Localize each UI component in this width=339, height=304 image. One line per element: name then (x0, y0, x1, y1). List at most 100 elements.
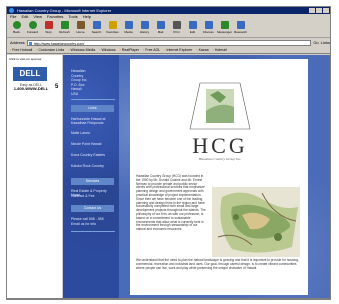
messenger-button[interactable]: Messenger (217, 20, 232, 36)
links-label[interactable]: Links (321, 39, 330, 47)
address-input[interactable]: http://www.hawaiiancountry.com/ (26, 40, 312, 46)
company-info-line: Group Inc. (71, 78, 88, 82)
ad-sidebar: Click to visit our sponsor DELL Easy as … (7, 55, 63, 299)
dell-ad-text[interactable]: Easy as DELL 1-800-WWW-DELL (9, 83, 53, 91)
site-nav-column: Hawaiian Country Group Inc. P.O. Box Hawaii U… (63, 55, 119, 299)
research-icon (236, 21, 245, 29)
ad-header: Click to visit our sponsor (9, 57, 42, 61)
toolbar-label: Favorites (106, 30, 119, 34)
media-button[interactable]: Media (122, 20, 135, 36)
nav-item[interactable]: Kaloko Rock Country (71, 164, 115, 168)
dell-logo[interactable]: DELL (13, 67, 47, 81)
go-button[interactable]: Go (313, 39, 318, 47)
toolbar-label: Stop (45, 30, 52, 34)
refresh-button[interactable]: Refresh (58, 20, 71, 36)
logo-text: HCG (192, 133, 248, 158)
site-plan-map-image (212, 187, 300, 257)
toolbar-label: Media (124, 30, 133, 34)
search-button[interactable]: Search (90, 20, 103, 36)
favorites-button[interactable]: Favorites (106, 20, 119, 36)
refresh-icon (60, 21, 69, 29)
discuss-button[interactable]: Discuss (202, 20, 215, 36)
favorites-icon (108, 21, 117, 29)
research-button[interactable]: Research (234, 20, 247, 36)
nav-item[interactable]: Email us for info (71, 222, 115, 226)
nav-divider (71, 99, 115, 100)
print-icon (172, 21, 181, 29)
nav-item[interactable]: Please call 808 - 555 (71, 217, 115, 221)
toolbar-label: Back (13, 30, 20, 34)
toolbar-label: Search (91, 30, 102, 34)
second-paragraph: We understand that the need to plan the … (136, 258, 299, 270)
toolbar-label: Research (234, 30, 247, 34)
address-bar: Address http://www.hawaiiancountry.com/ … (7, 39, 330, 47)
media-icon (124, 21, 133, 29)
mail-icon (156, 21, 165, 29)
stop-icon (44, 21, 53, 29)
toolbar-label: History (139, 30, 150, 34)
company-info: Hawaiian Country Group Inc. P.O. Box Hawaii U… (71, 69, 87, 96)
hcg-logo: HCG Hawaiian Country Group Inc. (170, 81, 270, 171)
back-button[interactable]: Back (10, 20, 23, 36)
company-info-line: Hawaiian (71, 69, 86, 73)
nav-item[interactable]: Ninole Point Hawaii (71, 142, 115, 146)
home-button[interactable]: Home (74, 20, 87, 36)
nav-item[interactable]: Maile Lanes (71, 131, 115, 135)
company-info-line: USA (71, 91, 79, 96)
back-arrow-icon (12, 21, 21, 29)
links-bar-item[interactable]: Free Hotmail (10, 47, 32, 53)
links-bar-item[interactable]: RealPlayer (120, 47, 139, 53)
intro-paragraph: Hawaiian Country Group (HCG) was founded… (136, 174, 206, 232)
search-icon (92, 21, 101, 29)
links-bar-item[interactable]: Hotmail (213, 47, 227, 53)
dell-phone: 1-800-WWW-DELL (13, 86, 49, 91)
links-bar-item[interactable]: Internet Explorer (164, 47, 193, 53)
toolbar-label: Discuss (203, 30, 214, 34)
ie-logo-icon (9, 8, 14, 13)
browser-window: Hawaiian Country Group - Microsoft Inter… (6, 6, 331, 300)
nav-item[interactable]: Kawaihae Fishponds (71, 121, 115, 125)
links-bar-item[interactable]: Free AOL (143, 47, 160, 53)
nav-section-contact: Contact Us (71, 205, 114, 212)
status-divider (7, 298, 330, 299)
nav-item[interactable]: Kona Country Estates (71, 153, 115, 157)
forward-arrow-icon (28, 21, 37, 29)
page-content: Click to visit our sponsor DELL Easy as … (7, 55, 330, 299)
toolbar-label: Print (173, 30, 180, 34)
address-label: Address (10, 40, 25, 45)
toolbar-label: Home (76, 30, 85, 34)
messenger-icon (220, 21, 229, 29)
links-bar-item[interactable]: Windows (99, 47, 115, 53)
maximize-button[interactable] (316, 8, 322, 13)
links-bar-item[interactable]: Customize Links (36, 47, 65, 53)
edit-button[interactable]: Edit (186, 20, 199, 36)
main-page: HCG Hawaiian Country Group Inc. Hawaiian… (130, 59, 308, 295)
print-button[interactable]: Print (170, 20, 183, 36)
nav-section-services: Services (71, 178, 114, 185)
history-icon (140, 21, 149, 29)
history-button[interactable]: History (138, 20, 151, 36)
toolbar-label: Mail (157, 30, 164, 34)
home-icon (76, 21, 85, 29)
close-button[interactable] (323, 8, 329, 13)
links-bar-item[interactable]: Windows Media (68, 47, 95, 53)
ad-number: 5 (55, 84, 59, 90)
toolbar-label: Edit (189, 30, 196, 34)
discuss-icon (204, 21, 213, 29)
window-title: Hawaiian Country Group - Microsoft Inter… (17, 8, 112, 13)
edit-icon (188, 21, 197, 29)
toolbar: Back Forward Stop Refresh Home Search Favorite… (7, 20, 330, 38)
nav-item[interactable]: Contract & Fee (71, 194, 115, 198)
logo-subtitle: Hawaiian Country Group Inc. (198, 157, 242, 161)
forward-button[interactable]: Forward (26, 20, 39, 36)
minimize-button[interactable] (309, 8, 315, 13)
toolbar-label: Messenger (217, 30, 232, 34)
nav-divider (71, 231, 115, 232)
mail-button[interactable]: Mail (154, 20, 167, 36)
nav-section-links: Links (71, 105, 114, 112)
links-bar-item[interactable]: Kazaa (196, 47, 209, 53)
stop-button[interactable]: Stop (42, 20, 55, 36)
window-controls (309, 8, 329, 13)
links-bar: Free Hotmail Customize LinksWindows Media… (7, 47, 330, 54)
title-bar: Hawaiian Country Group - Microsoft Inter… (7, 7, 330, 14)
